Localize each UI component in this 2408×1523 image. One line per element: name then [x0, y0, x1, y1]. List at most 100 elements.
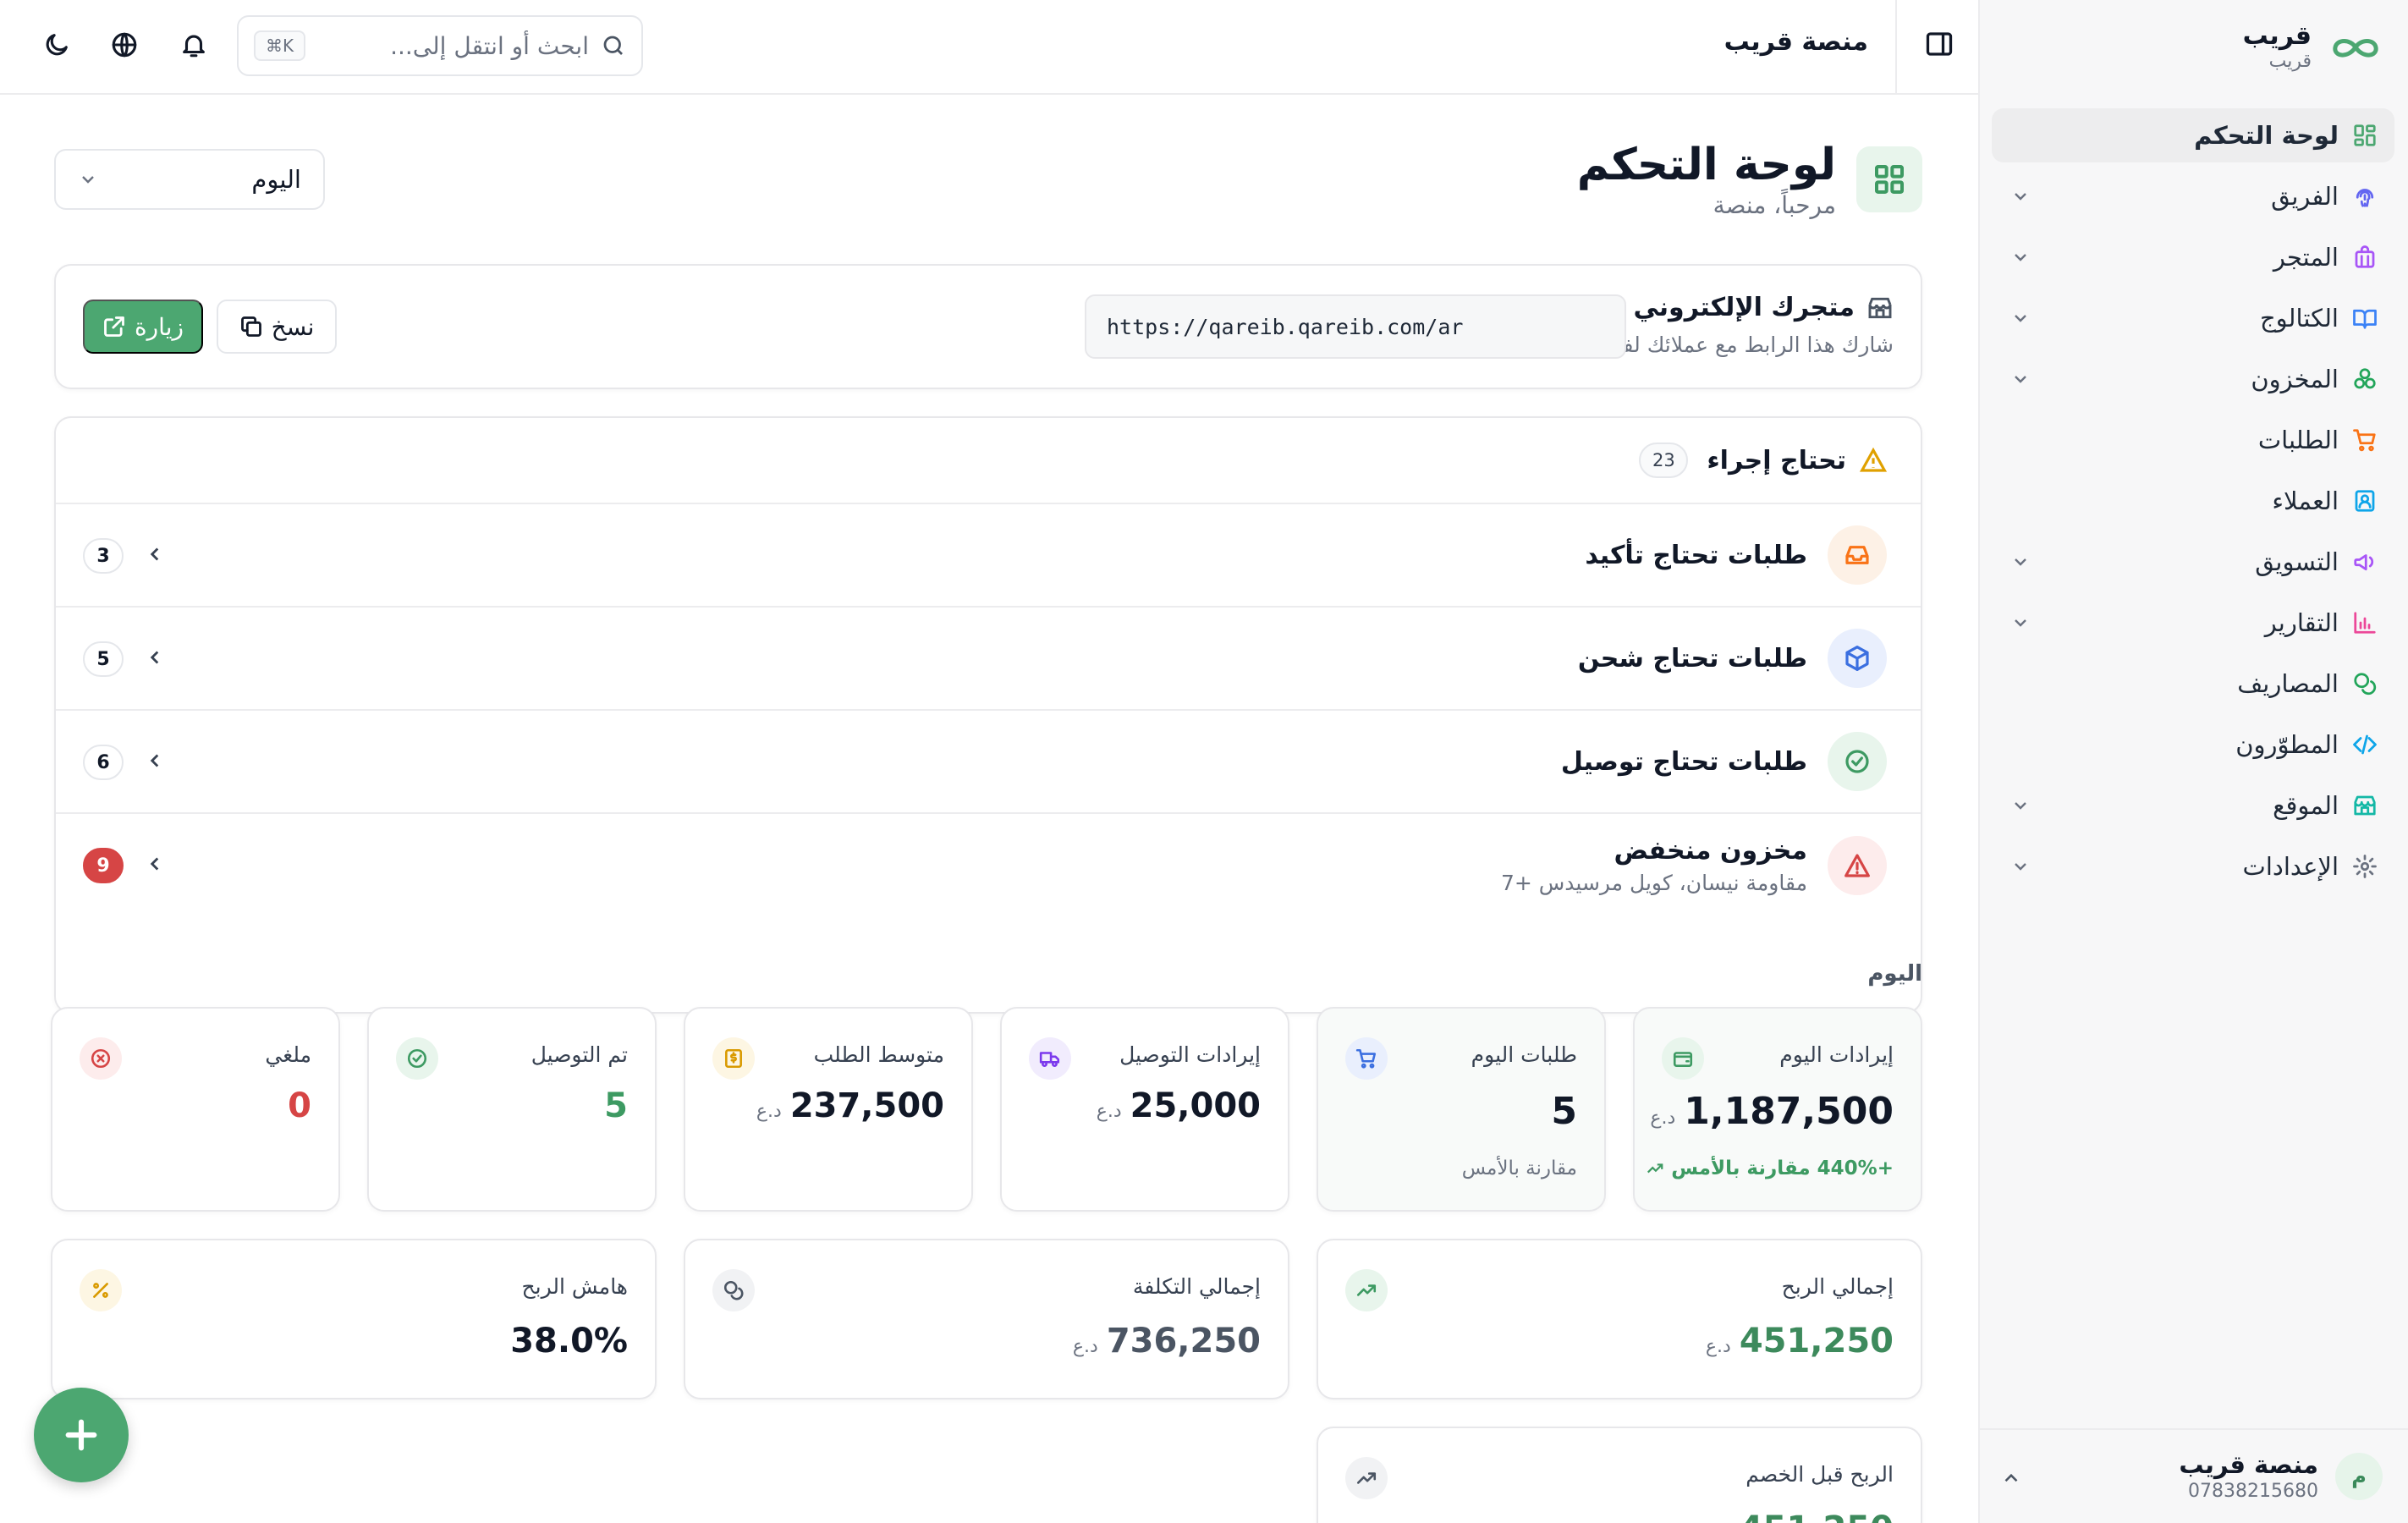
bell-icon [183, 35, 205, 58]
boxes-icon [2350, 365, 2379, 393]
brand-subtitle: قريب [2268, 51, 2312, 72]
globe-icon [112, 32, 137, 58]
sidebar-item-label: الإعدادات [2242, 852, 2339, 881]
sidebar: قريب قريب لوحة التحكم الفريق المتجر الكت… [1978, 0, 2408, 1523]
chevron-down-icon[interactable] [2010, 308, 2031, 328]
page-header: لوحة التحكم مرحباً، منصة [1577, 139, 1922, 220]
sidebar-toggle-button[interactable] [1921, 29, 1954, 63]
sidebar-item-label: التسويق [2255, 547, 2339, 576]
sidebar-item-label: لوحة التحكم [2194, 121, 2339, 150]
x-circle-icon [80, 1037, 122, 1080]
wallet-icon [1662, 1037, 1704, 1080]
language-button[interactable] [107, 30, 139, 63]
needs-action-title: تحتاج إجراء [1707, 445, 1846, 476]
trend-up-icon [1647, 1163, 1663, 1174]
action-row-count: 6 [83, 745, 124, 780]
user-menu[interactable]: م منصة قريب 07838215680 [1978, 1428, 2408, 1523]
stat-card-orders: طلبات اليوم 5 مقارنة بالأمس [1317, 1007, 1606, 1212]
sidebar-item-settings[interactable]: الإعدادات [1992, 839, 2394, 893]
stat-card-revenue: إيرادات اليوم 1,187,500 د.ع +440% مقارنة … [1633, 1007, 1922, 1212]
period-select[interactable]: اليوم [54, 149, 325, 210]
theme-toggle-button[interactable] [39, 30, 71, 63]
chevron-up-icon[interactable] [2000, 1467, 2022, 1489]
check-circle-icon [1828, 732, 1887, 791]
search-shortcut: ⌘K [254, 30, 306, 61]
action-row-ship[interactable]: طلبات تحتاج شحن 5 [56, 608, 1921, 711]
sidebar-item-label: الطلبات [2257, 426, 2339, 454]
action-row-low-stock[interactable]: مخزون منخفض مقاومة نيسان، كويل مرسيدس +7… [56, 814, 1921, 917]
sidebar-item-dashboard[interactable]: لوحة التحكم [1992, 108, 2394, 162]
truck-icon [1029, 1037, 1071, 1080]
stat-label: طلبات اليوم [1471, 1042, 1577, 1067]
stat-value: 5 [604, 1086, 628, 1125]
storefront-icon [2350, 791, 2379, 820]
store-link-card: متجرك الإلكتروني شارك هذا الرابط مع عملا… [54, 264, 1922, 389]
notifications-button[interactable] [176, 30, 208, 63]
stat-label: هامش الربح [521, 1274, 628, 1299]
chevron-down-icon[interactable] [2010, 369, 2031, 389]
chevron-down-icon[interactable] [2010, 247, 2031, 267]
stat-card-cancelled: ملغي 0 [51, 1007, 340, 1212]
shopping-bag-icon [2350, 243, 2379, 272]
action-row-deliver[interactable]: طلبات تحتاج توصيل 6 [56, 711, 1921, 814]
action-row-title: طلبات تحتاج توصيل [1560, 746, 1807, 777]
sidebar-item-orders[interactable]: الطلبات [1992, 413, 2394, 467]
stat-card-delivered: تم التوصيل 5 [367, 1007, 657, 1212]
page-subtitle: مرحباً، منصة [1713, 191, 1836, 219]
needs-action-header: تحتاج إجراء 23 [56, 418, 1921, 504]
storefront-icon [1868, 297, 1892, 318]
sidebar-item-label: التقارير [2264, 608, 2339, 637]
dashboard-icon [2350, 121, 2379, 150]
brand-name: قريب [2242, 21, 2312, 51]
chevron-down-icon[interactable] [2010, 856, 2031, 877]
sidebar-item-catalog[interactable]: الكتالوج [1992, 291, 2394, 345]
search-icon [603, 36, 623, 55]
chevron-down-icon[interactable] [2010, 552, 2031, 572]
sidebar-item-inventory[interactable]: المخزون [1992, 352, 2394, 406]
stat-trend: +440% مقارنة بالأمس [1646, 1157, 1894, 1179]
chevron-down-icon[interactable] [2010, 795, 2031, 816]
brand[interactable]: قريب قريب [2243, 22, 2383, 73]
action-row-count: 9 [83, 848, 124, 883]
visit-button[interactable]: زيارة [83, 300, 203, 354]
needs-action-card: تحتاج إجراء 23 طلبات تحتاج تأكيد 3 طلبات… [54, 416, 1922, 1014]
copy-button[interactable]: نسخ [217, 300, 337, 354]
currency-label: د.ع [1096, 1101, 1122, 1122]
sidebar-nav: لوحة التحكم الفريق المتجر الكتالوج المخز… [1992, 108, 2394, 900]
sidebar-item-marketing[interactable]: التسويق [1992, 535, 2394, 589]
copy-icon [240, 316, 261, 337]
action-row-confirm[interactable]: طلبات تحتاج تأكيد 3 [56, 504, 1921, 608]
chevron-down-icon [82, 176, 94, 184]
stat-label: إجمالي الربح [1781, 1274, 1894, 1299]
code-icon [2350, 730, 2379, 759]
sidebar-item-store[interactable]: المتجر [1992, 230, 2394, 284]
sidebar-item-developers[interactable]: المطوّرون [1992, 718, 2394, 772]
gear-icon [2350, 852, 2379, 881]
sidebar-item-label: العملاء [2272, 487, 2339, 515]
sidebar-item-team[interactable]: الفريق [1992, 169, 2394, 223]
sidebar-item-website[interactable]: الموقع [1992, 778, 2394, 833]
chevron-down-icon[interactable] [2010, 186, 2031, 206]
sidebar-item-customers[interactable]: العملاء [1992, 474, 2394, 528]
sidebar-item-label: المطوّرون [2235, 730, 2339, 759]
megaphone-icon [2350, 547, 2379, 576]
stats-section-label: اليوم [1867, 961, 1922, 987]
add-button[interactable] [34, 1388, 129, 1482]
topbar-title: منصة قريب [1724, 27, 1868, 57]
coins-icon [712, 1269, 755, 1311]
stat-card-avg-order: متوسط الطلب 237,500 د.ع [684, 1007, 973, 1212]
sidebar-item-reports[interactable]: التقارير [1992, 596, 2394, 650]
store-url-field[interactable]: https://qareib.qareib.com/ar [1085, 294, 1626, 359]
contact-icon [2350, 487, 2379, 515]
stat-value: 451,250 [1739, 1322, 1894, 1361]
action-row-subtitle: مقاومة نيسان، كويل مرسيدس +7 [1500, 871, 1807, 895]
stat-trend: مقارنة بالأمس [1461, 1157, 1577, 1179]
sidebar-item-expenses[interactable]: المصاريف [1992, 657, 2394, 711]
chevron-left-icon [144, 646, 166, 672]
trend-up-icon [1345, 1457, 1388, 1499]
copy-button-label: نسخ [271, 313, 315, 340]
moon-icon [46, 34, 68, 56]
chevron-down-icon[interactable] [2010, 613, 2031, 633]
chevron-left-icon [144, 750, 166, 775]
search-input[interactable]: ابحث أو انتقل إلى... ⌘K [237, 15, 643, 76]
